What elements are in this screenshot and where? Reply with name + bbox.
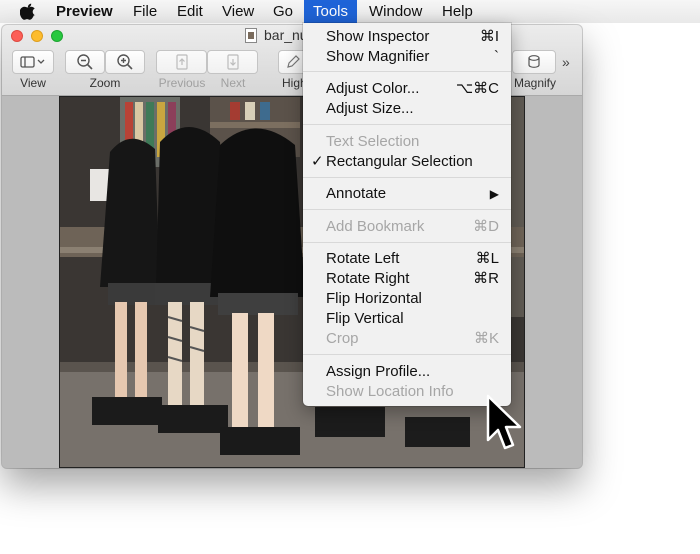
previous-button[interactable]	[156, 50, 207, 74]
magnify-button[interactable]	[512, 50, 556, 74]
window-title: bar_nu	[264, 27, 308, 43]
zoom-label: Zoom	[89, 76, 121, 90]
menu-separator	[303, 209, 511, 210]
menu-edit[interactable]: Edit	[168, 0, 212, 23]
menu-item-rotate-left[interactable]: Rotate Left ⌘L	[303, 249, 511, 269]
shortcut-label: ⌘R	[473, 270, 499, 287]
menu-separator	[303, 124, 511, 125]
menu-file[interactable]: File	[124, 0, 166, 23]
menu-item-annotate[interactable]: Annotate ▶	[303, 184, 511, 204]
menu-item-flip-horizontal[interactable]: Flip Horizontal	[303, 289, 511, 309]
tools-menu: Show Inspector ⌘I Show Magnifier ` Adjus…	[303, 23, 511, 406]
menu-tools[interactable]: Tools	[304, 0, 358, 23]
arrow-up-icon	[175, 54, 188, 70]
menu-item-adjust-size[interactable]: Adjust Size...	[303, 99, 511, 119]
menu-item-rectangular-selection[interactable]: ✓ Rectangular Selection	[303, 152, 511, 172]
zoom-out-button[interactable]	[65, 50, 105, 74]
magnify-label: Magnify	[513, 76, 557, 90]
apple-logo-icon[interactable]	[20, 3, 36, 20]
menu-help[interactable]: Help	[433, 0, 482, 23]
menu-app-preview[interactable]: Preview	[47, 0, 122, 23]
shortcut-label: ⌘I	[479, 28, 499, 45]
shortcut-label: `	[494, 48, 499, 65]
menu-item-show-location-info: Show Location Info	[326, 383, 454, 400]
arrow-down-icon	[226, 54, 239, 70]
shortcut-label: ⌘L	[475, 250, 499, 267]
shortcut-label: ⌘K	[473, 330, 499, 347]
zoom-out-icon	[77, 54, 93, 70]
menu-separator	[303, 71, 511, 72]
zoom-in-button[interactable]	[105, 50, 145, 74]
menu-item-show-magnifier[interactable]: Show Magnifier `	[303, 47, 511, 67]
close-window-button[interactable]	[11, 30, 23, 42]
zoom-window-button[interactable]	[51, 30, 63, 42]
document-icon	[245, 28, 257, 43]
next-label: Next	[220, 76, 246, 90]
submenu-arrow-icon: ▶	[489, 187, 499, 201]
menu-separator	[303, 242, 511, 243]
menu-separator	[303, 177, 511, 178]
menu-window[interactable]: Window	[360, 0, 431, 23]
menu-view[interactable]: View	[213, 0, 263, 23]
menu-item-add-bookmark: Add Bookmark ⌘D	[326, 218, 499, 235]
checkmark-icon: ✓	[311, 153, 324, 170]
pen-icon	[287, 55, 300, 68]
menu-item-rotate-right[interactable]: Rotate Right ⌘R	[303, 269, 511, 289]
menu-bar: Preview File Edit View Go Tools Window H…	[0, 0, 700, 23]
minimize-window-button[interactable]	[31, 30, 43, 42]
menu-item-text-selection: Text Selection	[326, 133, 420, 150]
next-button[interactable]	[207, 50, 258, 74]
shortcut-label: ⌘D	[473, 218, 499, 235]
sidebar-icon	[20, 56, 45, 68]
arrow-cursor-icon	[486, 394, 522, 450]
menu-item-flip-vertical[interactable]: Flip Vertical	[303, 309, 511, 329]
previous-label: Previous	[158, 76, 206, 90]
view-button[interactable]	[12, 50, 54, 74]
shortcut-label: ⌥⌘C	[455, 80, 499, 97]
menu-item-assign-profile[interactable]: Assign Profile...	[303, 362, 511, 382]
magnifier-icon	[528, 55, 540, 68]
menu-item-crop: Crop ⌘K	[326, 330, 499, 347]
menu-separator	[303, 354, 511, 355]
menu-item-show-inspector[interactable]: Show Inspector ⌘I	[303, 27, 511, 47]
zoom-in-icon	[117, 54, 133, 70]
menu-go[interactable]: Go	[264, 0, 302, 23]
view-label: View	[20, 76, 46, 90]
toolbar-overflow-button[interactable]: »	[562, 54, 570, 70]
menu-item-adjust-color[interactable]: Adjust Color... ⌥⌘C	[303, 79, 511, 99]
